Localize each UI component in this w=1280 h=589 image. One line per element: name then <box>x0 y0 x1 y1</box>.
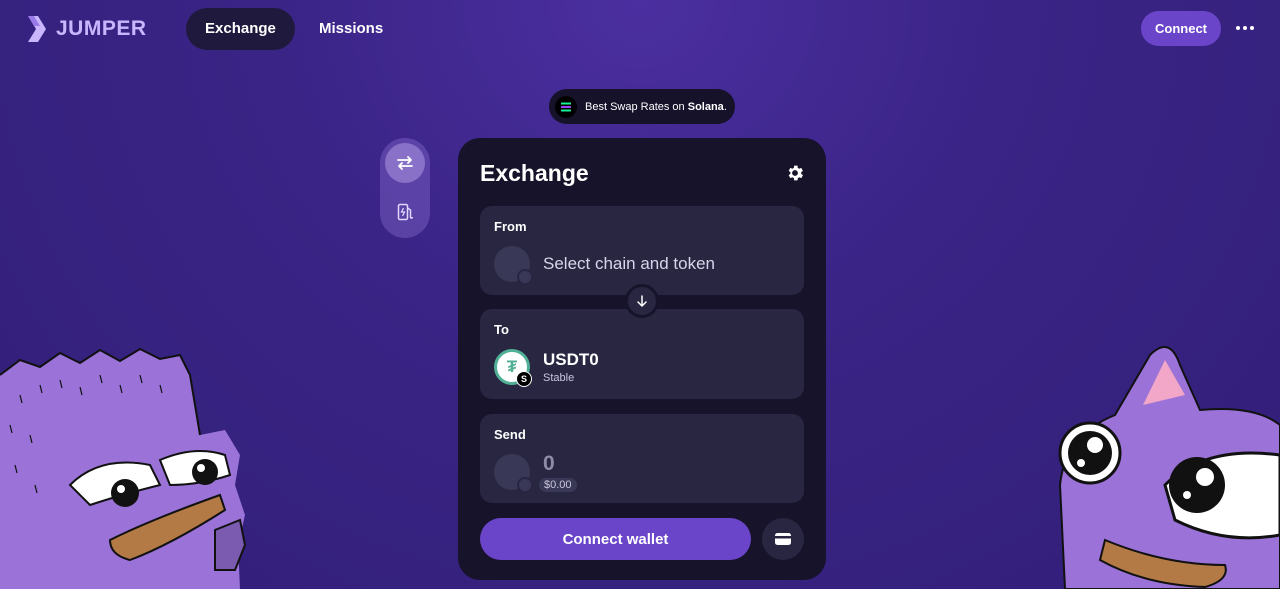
to-panel[interactable]: To ₮ S USDT0 Stable <box>480 309 804 399</box>
from-label: From <box>494 219 527 234</box>
arrow-down-icon <box>637 295 647 307</box>
left-mascot-illustration <box>0 347 247 589</box>
swap-arrows-icon <box>397 156 413 170</box>
widget-mode-rail <box>380 138 430 238</box>
jumper-logo-icon <box>28 16 46 42</box>
send-label: Send <box>494 427 526 442</box>
token-placeholder-icon <box>494 246 533 285</box>
send-amount-input[interactable]: 0 <box>543 452 555 476</box>
gas-pump-icon <box>397 203 413 221</box>
wallet-icon <box>775 533 791 545</box>
reverse-tokens-button[interactable] <box>625 284 659 318</box>
right-mascot-illustration <box>1058 346 1280 589</box>
token-placeholder-icon <box>494 454 533 493</box>
top-header: JUMPER Exchange Missions Connect <box>0 0 1280 58</box>
gas-mode-button[interactable] <box>385 192 425 232</box>
connect-button[interactable]: Connect <box>1141 11 1221 46</box>
from-panel[interactable]: From Select chain and token <box>480 206 804 295</box>
widget-title: Exchange <box>480 160 589 186</box>
to-label: To <box>494 322 509 337</box>
swap-mode-button[interactable] <box>385 143 425 183</box>
tab-missions[interactable]: Missions <box>300 8 402 50</box>
send-panel[interactable]: Send 0 $0.00 <box>480 414 804 503</box>
usd-value: $0.00 <box>539 478 577 492</box>
select-token-text[interactable]: Select chain and token <box>543 254 715 274</box>
banner-text: Best Swap Rates on Solana. <box>585 100 727 113</box>
usdt-icon: ₮ S <box>494 349 532 387</box>
promo-banner[interactable]: Best Swap Rates on Solana. <box>549 89 735 124</box>
solana-icon <box>555 95 577 118</box>
gear-icon[interactable] <box>785 163 805 183</box>
more-options-icon[interactable] <box>1232 18 1258 38</box>
to-token-subtitle: Stable <box>543 372 575 384</box>
wallet-address-button[interactable] <box>762 518 804 560</box>
brand-name: JUMPER <box>56 17 147 40</box>
tab-exchange[interactable]: Exchange <box>186 8 295 50</box>
chain-badge-icon: S <box>516 371 532 387</box>
exchange-widget: Exchange From Select chain and token To … <box>458 138 826 580</box>
to-token-symbol: USDT0 <box>543 350 599 369</box>
jumper-logo[interactable]: JUMPER <box>26 14 147 44</box>
connect-wallet-button[interactable]: Connect wallet <box>480 518 751 560</box>
